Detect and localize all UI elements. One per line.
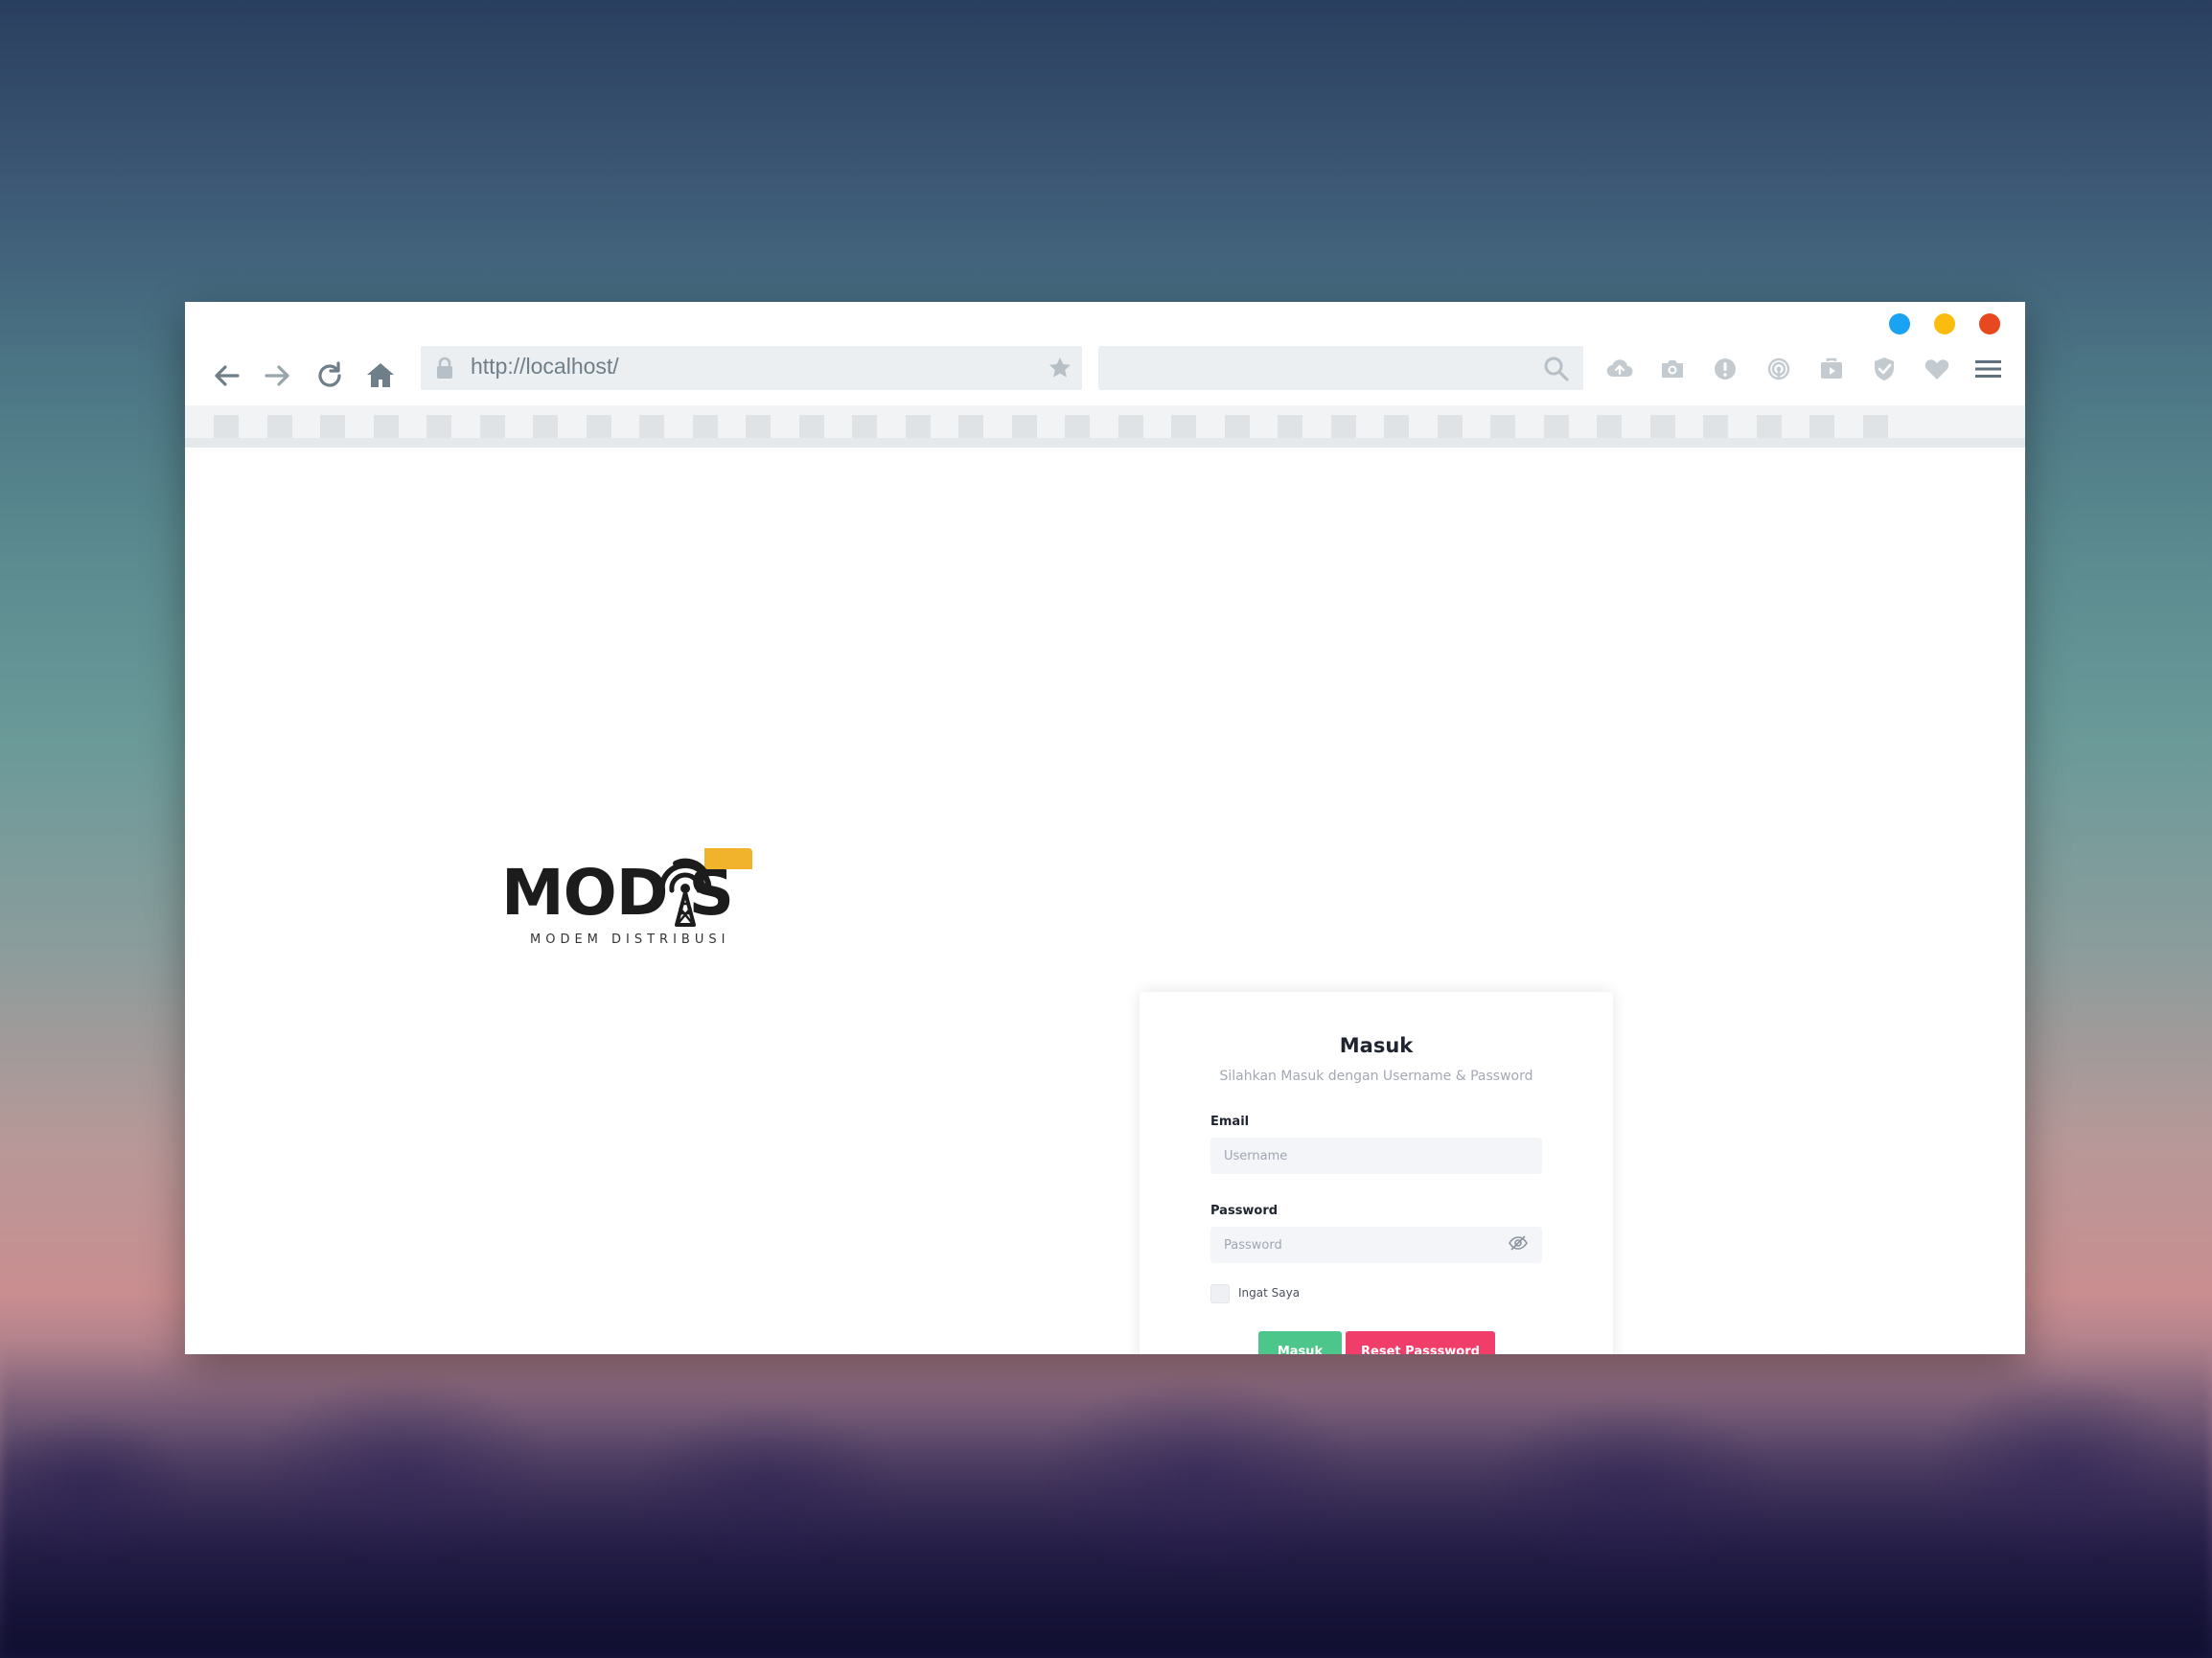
login-subtitle: Silahkan Masuk dengan Username & Passwor…: [1219, 1069, 1533, 1084]
briefcase-icon[interactable]: [1817, 355, 1846, 383]
tab-placeholder: [692, 415, 718, 438]
tab-placeholder: [1224, 415, 1250, 438]
tab-placeholder: [1649, 415, 1675, 438]
password-field[interactable]: [1210, 1227, 1542, 1263]
tab-placeholder: [1756, 415, 1782, 438]
close-button[interactable]: [1979, 313, 2000, 334]
tab-placeholder: [798, 415, 824, 438]
logo-subtitle: MODEM DISTRIBUSI: [530, 933, 730, 947]
tab-placeholder: [1384, 415, 1409, 438]
tab-placeholder: [1703, 415, 1728, 438]
browser-window: http://localhost/ MOD S MODEM DISTRIBUSI…: [185, 302, 2025, 1354]
camera-icon[interactable]: [1658, 355, 1687, 383]
tab-placeholder: [1278, 415, 1302, 438]
forward-arrow-icon[interactable]: [262, 359, 294, 392]
modis-logo: MOD S MODEM DISTRIBUSI: [501, 848, 752, 954]
tower-antenna-icon: [658, 848, 752, 927]
hamburger-menu-icon[interactable]: [1973, 355, 2002, 383]
tab-placeholder: [1437, 415, 1463, 438]
tab-placeholder: [852, 415, 877, 438]
remember-me-checkbox[interactable]: [1210, 1284, 1230, 1303]
tab-placeholder: [1543, 415, 1569, 438]
tab-placeholder: [1011, 415, 1037, 438]
tab-placeholder: [373, 415, 399, 438]
tab-placeholder: [746, 415, 771, 438]
browser-toolbar: http://localhost/: [185, 346, 2025, 403]
tab-placeholder: [1171, 415, 1196, 438]
url-text[interactable]: http://localhost/: [471, 354, 619, 380]
tab-strip: [185, 405, 2025, 448]
password-label: Password: [1210, 1204, 1279, 1218]
tab-placeholder: [426, 415, 451, 438]
tab-placeholder: [1597, 415, 1622, 438]
shield-check-icon[interactable]: [1870, 355, 1899, 383]
tab-placeholder: [1490, 415, 1515, 438]
tab-strip-floor: [185, 438, 2025, 448]
maximize-button[interactable]: [1934, 313, 1955, 334]
address-bar[interactable]: http://localhost/: [421, 346, 1082, 390]
reset-password-button[interactable]: Reset Passsword: [1346, 1331, 1495, 1354]
alert-icon[interactable]: [1711, 355, 1740, 383]
remember-me-label: Ingat Saya: [1238, 1286, 1301, 1300]
login-card: Masuk Silahkan Masuk dengan Username & P…: [1140, 992, 1613, 1354]
eye-off-icon[interactable]: [1508, 1232, 1529, 1254]
search-icon[interactable]: [1543, 356, 1570, 382]
window-controls: [1889, 313, 2000, 334]
tab-placeholder: [958, 415, 983, 438]
tab-placeholder: [1065, 415, 1090, 438]
search-bar[interactable]: [1098, 346, 1583, 390]
lock-icon: [437, 357, 452, 379]
broadcast-icon[interactable]: [1764, 355, 1793, 383]
login-title: Masuk: [1339, 1034, 1414, 1057]
home-icon[interactable]: [364, 359, 397, 392]
tab-placeholder: [1118, 415, 1143, 438]
tab-placeholder: [266, 415, 292, 438]
tab-placeholder: [1330, 415, 1356, 438]
background-scenery: [0, 1342, 2212, 1658]
back-arrow-icon[interactable]: [210, 359, 242, 392]
email-label: Email: [1210, 1115, 1250, 1129]
reload-icon[interactable]: [313, 359, 346, 392]
tab-placeholder: [639, 415, 664, 438]
tab-placeholder: [1862, 415, 1888, 438]
tab-placeholder: [320, 415, 345, 438]
tab-placeholder: [1809, 415, 1834, 438]
cloud-upload-icon[interactable]: [1605, 355, 1634, 383]
tab-placeholder: [479, 415, 505, 438]
tab-placeholder: [214, 415, 239, 438]
page-content: MOD S MODEM DISTRIBUSI Masuk Silahkan Ma…: [185, 448, 2025, 1354]
heart-icon[interactable]: [1923, 355, 1951, 383]
tab-placeholder: [905, 415, 931, 438]
tab-placeholder: [533, 415, 558, 438]
bookmark-star-icon[interactable]: [1048, 356, 1072, 380]
email-field[interactable]: [1210, 1138, 1542, 1174]
login-button[interactable]: Masuk: [1258, 1331, 1342, 1354]
minimize-button[interactable]: [1889, 313, 1910, 334]
tab-placeholder: [586, 415, 611, 438]
